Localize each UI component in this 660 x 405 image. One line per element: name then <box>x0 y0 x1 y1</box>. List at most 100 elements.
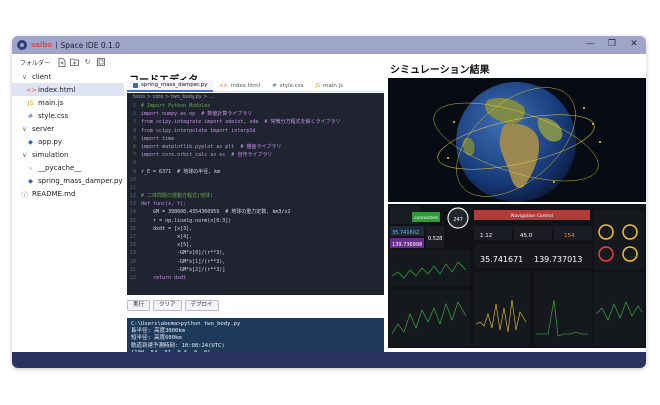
chart-panel <box>534 272 592 346</box>
line-number: 3 <box>132 119 136 126</box>
terminal-line: 短半径: 高度600km <box>131 335 182 342</box>
tab-spring-mass-damper[interactable]: spring_mass_damper.py <box>127 80 214 92</box>
chevron-down-icon: ∨ <box>22 124 27 133</box>
editor-tabs: spring_mass_damper.py <> index.html # st… <box>127 80 384 92</box>
time-series-panel <box>390 250 470 286</box>
app-window: saibo | Space IDE 0.1.0 — ❐ ✕ フォルダー ↻ ∨ c… <box>12 36 646 368</box>
breadcrumb: tests > core > two_body.py > ... <box>133 94 214 100</box>
satellite-dot <box>453 121 455 123</box>
nav-title: Navigation Control <box>511 213 553 219</box>
maximize-icon[interactable]: ❐ <box>606 38 618 50</box>
line-number: 9 <box>132 168 136 175</box>
collapse-all-icon[interactable] <box>96 58 105 67</box>
latitude-value: 35.741671 <box>480 255 523 264</box>
code-line: 13 def func(x, t): <box>127 200 384 208</box>
line-number: 21 <box>129 266 136 273</box>
file-tree-label: README.md <box>32 189 76 198</box>
file-tree-item[interactable]: ∨ simulation <box>12 148 124 161</box>
line-number: 4 <box>132 127 136 134</box>
metric-b: 139.736998 <box>392 242 422 248</box>
line-number: 7 <box>132 152 136 159</box>
code-line: 17 x[4], <box>127 233 384 241</box>
code-text: dxdt = [x[3], <box>141 225 193 232</box>
line-number: 2 <box>132 111 136 118</box>
code-line: 16 dxdt = [x[3], <box>127 225 384 233</box>
html-file-icon: <> <box>219 83 228 89</box>
clear-button[interactable]: クリア <box>153 300 182 311</box>
file-tree-label: server <box>32 124 55 133</box>
code-line: 7 import core.orbit_calc as oc # 自作ライブラリ <box>127 151 384 159</box>
file-tree-item[interactable]: <> index.html <box>12 83 124 96</box>
globe-view[interactable] <box>388 78 646 202</box>
file-tree-item[interactable]: ◆ app.py <box>12 135 124 148</box>
file-tree-item[interactable]: JS main.js <box>12 96 124 109</box>
tab-index-html[interactable]: <> index.html <box>213 80 266 92</box>
explorer-header: フォルダー ↻ <box>12 54 124 70</box>
code-line: 18 x[5], <box>127 241 384 249</box>
window-title: Space IDE 0.1.0 <box>60 40 120 50</box>
line-number: 16 <box>129 225 136 232</box>
file-tree-item[interactable]: › __pycache__ <box>12 161 124 174</box>
satellite-dot <box>447 157 449 159</box>
refresh-icon[interactable]: ↻ <box>83 58 92 67</box>
close-icon[interactable]: ✕ <box>628 38 640 50</box>
new-file-icon[interactable] <box>57 57 66 67</box>
code-line: 20 -GM*x[1]/(r**3), <box>127 258 384 266</box>
file-tree-label: __pycache__ <box>38 163 82 172</box>
code-line: 11 <box>127 184 384 192</box>
info-icon: ⓘ <box>21 190 28 199</box>
line-number: 8 <box>132 160 136 167</box>
line-number: 18 <box>129 242 136 249</box>
telemetry-dashboard[interactable]: connected 247 Navigation Control 35.7416… <box>388 204 646 348</box>
longitude-value: 139.737013 <box>534 255 582 264</box>
file-tree-label: main.js <box>38 98 64 107</box>
minimize-icon[interactable]: — <box>584 38 596 50</box>
file-tree-item[interactable]: ◆ spring_mass_damper.py <box>12 174 124 187</box>
line-number: 5 <box>132 135 136 142</box>
run-button[interactable]: 実行 <box>127 300 151 311</box>
file-tree-item[interactable]: ∨ server <box>12 122 124 135</box>
satellite-dot <box>599 141 601 143</box>
stat-2: 1.12 <box>480 233 492 239</box>
stat-1: 0.528 <box>428 236 442 242</box>
tab-label: main.js <box>323 83 344 89</box>
tab-main-js[interactable]: JS main.js <box>309 80 349 92</box>
dashboard-svg: connected 247 Navigation Control 35.7416… <box>390 206 644 346</box>
line-number: 13 <box>129 201 136 208</box>
code-line: 6 import matplotlib.pyplot as plt # 描画ライブ… <box>127 143 384 151</box>
css-file-icon: # <box>27 111 34 120</box>
satellite-dot <box>553 181 555 183</box>
file-tree-item[interactable]: ∨ client <box>12 70 124 83</box>
status-text: connected <box>414 215 438 221</box>
title-separator: | <box>55 41 58 49</box>
code-line: 21 -GM*x[2]/(r**3)] <box>127 266 384 274</box>
code-text: -GM*x[0]/(r**3), <box>141 250 226 257</box>
code-line: 8 <box>127 159 384 167</box>
code-line: 1 # Import Python Modules <box>127 102 384 110</box>
python-file-icon: ◆ <box>28 137 33 146</box>
html-file-icon: <> <box>26 85 37 94</box>
file-tree-item[interactable]: # style.css <box>12 109 124 122</box>
code-text: # Import Python Modules <box>141 103 211 109</box>
chart-panel <box>474 272 530 346</box>
file-tree-label: simulation <box>32 150 69 159</box>
deploy-button[interactable]: デプロイ <box>184 300 219 311</box>
file-tree-item[interactable]: ⓘ README.md <box>12 187 124 200</box>
file-tree: ∨ client <> index.html JS main.js # style.css ∨ s… <box>12 70 124 200</box>
line-number: 10 <box>129 176 136 183</box>
python-file-icon <box>133 82 138 88</box>
tab-style-css[interactable]: # style.css <box>266 80 309 92</box>
code-text: def func(x, t): <box>141 201 187 208</box>
code-area[interactable]: tests > core > two_body.py > ... 1 # Impo… <box>127 93 384 295</box>
new-folder-icon[interactable] <box>70 58 79 67</box>
code-line: 4 from scipy.interpolate import interp1d <box>127 127 384 135</box>
file-tree-label: client <box>32 72 52 81</box>
code-line: 14 GM = 398600.4354360959 # 地球の重力定数, km3… <box>127 208 384 216</box>
code-text: x[4], <box>141 234 193 240</box>
line-number: 6 <box>132 143 136 150</box>
chevron-down-icon: ∨ <box>22 72 27 81</box>
tab-label: style.css <box>279 83 304 89</box>
editor-buttons: 実行 クリア デプロイ <box>127 300 219 312</box>
app-name: saibo <box>31 41 53 49</box>
code-text: r = np.linalg.norm(x[0:3]) <box>141 217 232 224</box>
